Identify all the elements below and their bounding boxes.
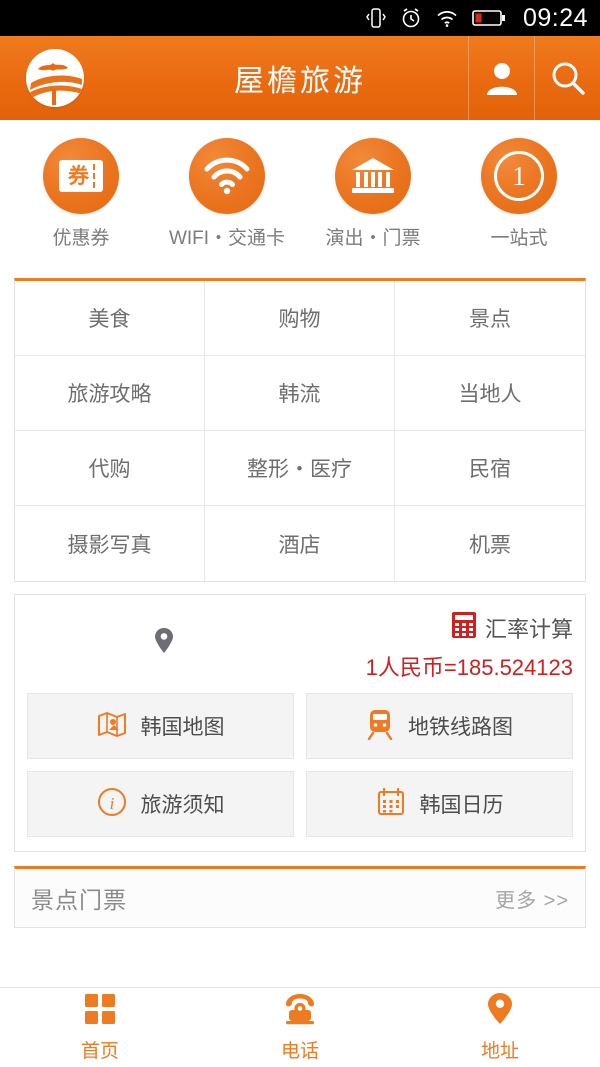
tool-button-korea-map[interactable]: 韩国地图 — [27, 693, 294, 759]
nav-item-home[interactable]: 首页 — [0, 992, 200, 1063]
category-cell-daigou[interactable]: 代购 — [15, 431, 205, 506]
tool-button-travel-notice[interactable]: i 旅游须知 — [27, 771, 294, 837]
alarm-icon — [400, 6, 422, 30]
tool-button-label: 韩国地图 — [140, 716, 225, 739]
grid-home-icon — [83, 992, 117, 1031]
app-root: 09:24 屋檐旅游 券 优惠券 WIFI・交通卡 演出・门票 1 一站式 美食… — [0, 0, 600, 1067]
category-cell-gouwu[interactable]: 购物 — [205, 281, 395, 356]
category-cell-dangdiren[interactable]: 当地人 — [395, 356, 585, 431]
vibrate-icon — [365, 6, 387, 30]
map-icon — [97, 709, 127, 744]
location-pin-icon — [487, 992, 513, 1031]
exchange-rate-head: 汇率计算 — [451, 611, 573, 644]
section-more-link[interactable]: 更多 >> — [495, 884, 569, 913]
category-cell-jingdian[interactable]: 景点 — [395, 281, 585, 356]
bottom-nav: 首页 电话 地址 — [0, 987, 600, 1067]
tool-button-subway-map[interactable]: 地铁线路图 — [306, 693, 573, 759]
exchange-rate-widget[interactable]: 汇率计算 1人民币=185.524123 — [300, 605, 573, 683]
search-icon[interactable] — [534, 36, 600, 120]
category-cell-sheyingxiezhen[interactable]: 摄影写真 — [15, 506, 205, 581]
status-bar: 09:24 — [0, 0, 600, 36]
subway-icon — [366, 708, 394, 745]
nav-item-label: 首页 — [80, 1041, 119, 1062]
weather-location-widget[interactable] — [27, 605, 300, 683]
nav-item-phone[interactable]: 电话 — [200, 992, 400, 1063]
info-icon: i — [97, 787, 127, 822]
section-title: 景点门票 — [31, 887, 127, 913]
theater-ticket-icon — [335, 138, 411, 214]
tool-button-grid: 韩国地图 地铁线路图 i 旅游须知 韩国日历 — [27, 693, 573, 837]
nav-item-label: 电话 — [280, 1041, 319, 1062]
category-cell-meishi[interactable]: 美食 — [15, 281, 205, 356]
wifi-card-icon — [189, 138, 265, 214]
app-logo[interactable] — [0, 49, 110, 107]
wifi-icon — [435, 6, 459, 30]
logo-icon — [26, 49, 84, 107]
category-cell-lvyougonglue[interactable]: 旅游攻略 — [15, 356, 205, 431]
calendar-icon — [376, 787, 406, 822]
one-stop-badge: 1 — [494, 151, 544, 201]
category-cell-jiudian[interactable]: 酒店 — [205, 506, 395, 581]
location-pin-icon — [154, 627, 174, 660]
category-cell-hanliu[interactable]: 韩流 — [205, 356, 395, 431]
section-attraction-tickets[interactable]: 景点门票 更多 >> — [14, 866, 586, 928]
tool-button-label: 旅游须知 — [140, 794, 225, 817]
exchange-rate-label: 汇率计算 — [484, 616, 573, 642]
nav-item-label: 地址 — [480, 1041, 519, 1062]
tools-top-row: 汇率计算 1人民币=185.524123 — [27, 605, 573, 683]
quick-action-one-stop[interactable]: 1 一站式 — [446, 138, 592, 250]
tools-panel: 汇率计算 1人民币=185.524123 韩国地图 地铁线路图 i 旅游须知 韩… — [14, 594, 586, 852]
category-panel: 美食 购物 景点 旅游攻略 韩流 当地人 代购 整形・医疗 民宿 摄影写真 酒店… — [14, 278, 586, 582]
coupon-icon: 券 — [43, 138, 119, 214]
header-actions — [468, 36, 600, 120]
status-time: 09:24 — [522, 3, 588, 32]
quick-action-row: 券 优惠券 WIFI・交通卡 演出・门票 1 一站式 — [0, 120, 600, 270]
category-cell-jipiao[interactable]: 机票 — [395, 506, 585, 581]
telephone-icon — [282, 992, 318, 1031]
coupon-glyph: 券 — [68, 164, 89, 188]
svg-text:i: i — [109, 794, 114, 813]
quick-action-theater-ticket[interactable]: 演出・门票 — [300, 138, 446, 250]
quick-action-label: 优惠券 — [52, 228, 110, 249]
nav-item-address[interactable]: 地址 — [400, 992, 600, 1063]
exchange-rate-value: 1人民币=185.524123 — [365, 655, 573, 680]
quick-action-coupon[interactable]: 券 优惠券 — [8, 138, 154, 250]
quick-action-label: 演出・门票 — [325, 228, 421, 249]
quick-action-wifi-card[interactable]: WIFI・交通卡 — [154, 138, 300, 250]
app-header: 屋檐旅游 — [0, 36, 600, 120]
tool-button-korea-calendar[interactable]: 韩国日历 — [306, 771, 573, 837]
quick-action-label: 一站式 — [490, 228, 548, 249]
category-cell-minsu[interactable]: 民宿 — [395, 431, 585, 506]
tool-button-label: 韩国日历 — [419, 794, 504, 817]
category-grid: 美食 购物 景点 旅游攻略 韩流 当地人 代购 整形・医疗 民宿 摄影写真 酒店… — [14, 278, 586, 582]
user-icon[interactable] — [468, 36, 534, 120]
category-cell-zhengxing-yiliao[interactable]: 整形・医疗 — [205, 431, 395, 506]
one-stop-icon: 1 — [481, 138, 557, 214]
battery-low-icon — [472, 8, 506, 28]
calculator-icon — [451, 611, 477, 644]
tool-button-label: 地铁线路图 — [408, 716, 513, 739]
quick-action-label: WIFI・交通卡 — [168, 228, 286, 249]
